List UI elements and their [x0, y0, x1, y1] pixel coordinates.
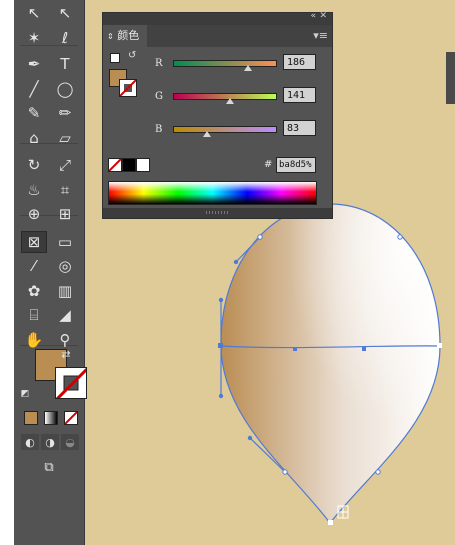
- color-mode-icon[interactable]: [24, 411, 38, 425]
- panel-tab-bar: ⇕ 颜色 ▾≡: [103, 25, 332, 47]
- left-margin-strip: [0, 0, 14, 545]
- ellipse-tool-icon[interactable]: ◯: [52, 78, 78, 100]
- scale-tool-icon[interactable]: ⤢: [52, 154, 78, 176]
- blue-value-field[interactable]: 83: [283, 120, 316, 136]
- gradient-mode-icon[interactable]: [44, 411, 58, 425]
- red-slider-thumb[interactable]: [244, 65, 253, 71]
- line-tool-icon[interactable]: ╱: [21, 78, 47, 100]
- mini-fill-stroke-toggle[interactable]: [110, 53, 120, 63]
- no-stroke-icon: [56, 368, 86, 398]
- blue-slider-thumb[interactable]: [203, 131, 212, 137]
- draw-normal-icon[interactable]: ◐: [21, 434, 39, 450]
- double-chevron-left-icon[interactable]: «: [310, 11, 316, 21]
- selection-tool-icon[interactable]: ↖: [21, 2, 47, 24]
- tab-color[interactable]: ⇕ 颜色: [103, 25, 147, 47]
- pencil-tool-icon[interactable]: ✏: [52, 102, 78, 124]
- blue-slider[interactable]: [173, 126, 277, 137]
- default-fill-stroke-icon[interactable]: ◩: [18, 387, 32, 401]
- color-panel: « ✕ ⇕ 颜色 ▾≡ ↺ R 186 G 141 B 83 # ba8d5%: [102, 11, 333, 219]
- collapsed-panel-edge: [446, 52, 455, 104]
- perspective-grid-tool-icon[interactable]: ⊞: [52, 203, 78, 225]
- color-spectrum-bar[interactable]: [108, 181, 317, 205]
- gradient-tool-icon[interactable]: ▭: [52, 231, 78, 253]
- red-value-field[interactable]: 186: [283, 54, 316, 70]
- white-color-chip[interactable]: [136, 158, 150, 172]
- tab-color-label: 颜色: [117, 29, 140, 42]
- magic-wand-tool-icon[interactable]: ✶: [21, 27, 47, 49]
- green-channel-label: G: [155, 91, 163, 102]
- hand-tool-icon[interactable]: ✋: [21, 329, 47, 351]
- eraser-tool-icon[interactable]: ▱: [52, 127, 78, 149]
- paintbrush-tool-icon[interactable]: ✎: [21, 102, 47, 124]
- pen-tool-icon[interactable]: ✒: [21, 53, 47, 75]
- blue-channel-label: B: [155, 124, 163, 135]
- none-color-chip[interactable]: [108, 158, 122, 172]
- rotate-tool-icon[interactable]: ↻: [21, 154, 47, 176]
- column-graph-tool-icon[interactable]: ▥: [52, 280, 78, 302]
- red-channel-label: R: [155, 58, 163, 69]
- hex-value-field[interactable]: ba8d5%: [276, 157, 316, 173]
- resize-grip-icon[interactable]: [206, 211, 228, 214]
- slice-tool-icon[interactable]: ◢: [52, 304, 78, 326]
- close-panel-icon[interactable]: ✕: [319, 11, 327, 21]
- eyedropper-tool-icon[interactable]: ⁄: [21, 255, 47, 277]
- free-transform-tool-icon[interactable]: ⌗: [52, 179, 78, 201]
- green-value-field[interactable]: 141: [283, 87, 316, 103]
- artboard-tool-icon[interactable]: ⌸: [21, 304, 47, 326]
- green-slider[interactable]: [173, 93, 277, 104]
- tools-panel: ⇄ ◩ ◐ ◑ ◒ ⧉ ↖ ↖ ✶ ℓ ✒ T ╱ ◯ ✎ ✏ ⌂ ▱ ↻ ⤢ ♨ ⌗ ⊕ ⊞ ⊠ ▭ ⁄ ◎ ✿ ▥ ⌸ ◢ ✋ ⚲: [14, 0, 87, 545]
- swap-colors-icon[interactable]: ↺: [128, 50, 136, 61]
- direct-selection-tool-icon[interactable]: ↖: [52, 2, 78, 24]
- blend-tool-icon[interactable]: ◎: [52, 255, 78, 277]
- tab-options-icon: ⇕: [107, 32, 114, 41]
- screen-mode-icon[interactable]: ⧉: [36, 458, 62, 476]
- black-color-chip[interactable]: [122, 158, 136, 172]
- warp-tool-icon[interactable]: ♨: [21, 179, 47, 201]
- type-tool-icon[interactable]: T: [52, 53, 78, 75]
- panel-footer: [103, 208, 332, 218]
- lasso-tool-icon[interactable]: ℓ: [52, 27, 78, 49]
- blob-brush-tool-icon[interactable]: ⌂: [21, 127, 47, 149]
- red-slider[interactable]: [173, 60, 277, 71]
- panel-stroke-swatch[interactable]: [119, 79, 137, 97]
- green-slider-thumb[interactable]: [226, 98, 235, 104]
- zoom-tool-icon[interactable]: ⚲: [52, 329, 78, 351]
- draw-behind-icon[interactable]: ◑: [41, 434, 59, 450]
- hex-label: #: [264, 159, 273, 170]
- shape-builder-tool-icon[interactable]: ⊕: [21, 203, 47, 225]
- mesh-tool-icon[interactable]: ⊠: [21, 230, 47, 253]
- none-mode-icon[interactable]: [64, 411, 78, 425]
- stroke-color-swatch[interactable]: [55, 367, 87, 399]
- panel-header-bar[interactable]: « ✕: [103, 11, 332, 25]
- panel-menu-icon[interactable]: ▾≡: [313, 29, 328, 42]
- draw-inside-icon[interactable]: ◒: [61, 434, 79, 450]
- symbol-sprayer-tool-icon[interactable]: ✿: [21, 280, 47, 302]
